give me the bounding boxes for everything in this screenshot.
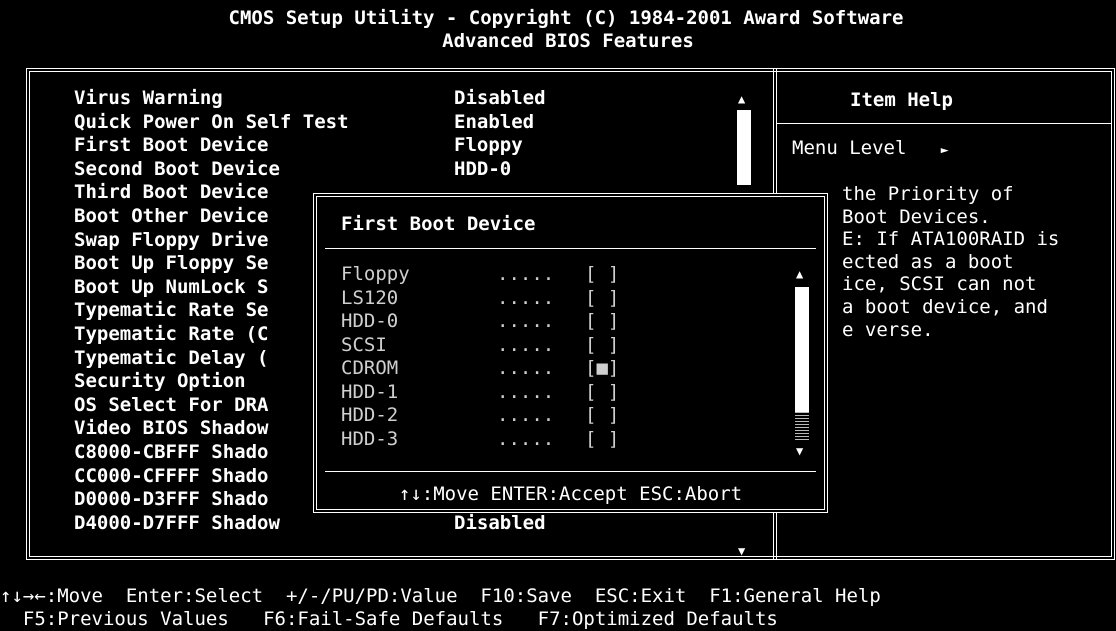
popup-separator-bottom xyxy=(325,471,816,472)
popup-scroll-down-icon[interactable]: ▼ xyxy=(796,445,803,457)
option-name: Floppy xyxy=(341,263,410,285)
header-title: CMOS Setup Utility - Copyright (C) 1984-… xyxy=(228,7,904,29)
option-name: SCSI xyxy=(341,333,387,356)
option-dots: ..... xyxy=(497,286,555,309)
setting-name: C8000-CBFFF Shado xyxy=(74,440,269,463)
setting-row[interactable]: First Boot Device Floppy xyxy=(74,134,734,158)
popup-title: First Boot Device xyxy=(341,213,536,235)
popup-option[interactable]: SCSI..... [ ] xyxy=(341,334,801,358)
popup-scrollbar-track[interactable] xyxy=(795,412,809,440)
popup-separator-top xyxy=(325,248,816,249)
popup-scroll-up-icon[interactable]: ▲ xyxy=(796,268,803,280)
popup-option[interactable]: HDD-0..... [ ] xyxy=(341,310,801,334)
footer-defaults-help: F5:Previous Values F6:Fail-Safe Defaults… xyxy=(0,608,778,630)
setting-name: Boot Other Device xyxy=(74,204,269,227)
menu-level: Menu Level ► xyxy=(792,137,949,163)
menu-level-label: Menu Level xyxy=(792,137,907,159)
setting-name: D4000-D7FFF Shadow xyxy=(74,511,280,534)
setting-name: OS Select For DRA xyxy=(74,393,269,416)
option-name: LS120 xyxy=(341,286,399,309)
setting-name: Boot Up Floppy Se xyxy=(74,252,269,275)
popup-option[interactable]: HDD-1..... [ ] xyxy=(341,381,801,405)
setting-name: Third Boot Device xyxy=(74,181,269,204)
setting-name: Security Option xyxy=(74,370,246,393)
help-separator xyxy=(777,123,1111,124)
setting-row[interactable]: Quick Power On Self Test Enabled xyxy=(74,111,734,135)
setting-name: Video BIOS Shadow xyxy=(74,417,269,440)
setting-row[interactable]: Virus Warning Disabled xyxy=(74,87,734,111)
popup-key-help: ↑↓:Move ENTER:Accept ESC:Abort xyxy=(398,483,743,505)
settings-scrollbar-thumb[interactable] xyxy=(737,110,751,185)
setting-name: First Boot Device xyxy=(74,134,269,157)
setting-value[interactable]: Disabled xyxy=(454,87,546,110)
setting-name: D0000-D3FFF Shado xyxy=(74,488,269,511)
scroll-up-icon[interactable]: ▲ xyxy=(738,93,745,105)
popup-option[interactable]: HDD-3..... [ ] xyxy=(341,428,801,452)
option-checkbox[interactable]: [ ] xyxy=(585,381,619,404)
footer-key-help: ↑↓→←:Move Enter:Select +/-/PU/PD:Value F… xyxy=(0,585,881,607)
popup-option[interactable]: Floppy..... [ ] xyxy=(341,263,801,287)
option-name: HDD-0 xyxy=(341,310,399,332)
setting-name: Boot Up NumLock S xyxy=(74,275,269,298)
setting-name: Swap Floppy Drive xyxy=(74,228,269,251)
option-name: HDD-2 xyxy=(341,404,399,426)
help-text-line: ice, SCSI can not xyxy=(842,273,1037,296)
popup-option[interactable]: HDD-2..... [ ] xyxy=(341,404,801,428)
option-dots: ..... xyxy=(497,380,555,403)
page-title: Advanced BIOS Features xyxy=(442,30,694,52)
help-text-line: the Priority of xyxy=(842,183,1014,205)
setting-name: Quick Power On Self Test xyxy=(74,110,349,133)
help-text-line: e verse. xyxy=(842,318,934,341)
option-name: HDD-1 xyxy=(341,380,399,403)
setting-name: Virus Warning xyxy=(74,87,223,109)
option-dots: ..... xyxy=(497,310,555,332)
popup-option-list: Floppy..... [ ] LS120..... [ ] HDD-0..... [ ]… xyxy=(341,263,801,451)
setting-value[interactable]: Disabled xyxy=(454,512,546,535)
setting-name: CC000-CFFFF Shado xyxy=(74,464,269,487)
help-text-line: ected as a boot xyxy=(842,250,1014,273)
help-text: the Priority of Boot Devices. E: If ATA100… xyxy=(842,183,1059,341)
option-name: HDD-3 xyxy=(341,427,399,450)
option-checkbox[interactable]: [ ] xyxy=(585,287,619,310)
help-text-line: E: If ATA100RAID is xyxy=(842,228,1060,251)
popup-option[interactable]: LS120..... [ ] xyxy=(341,287,801,311)
setting-value[interactable]: Floppy xyxy=(454,134,523,157)
option-checkbox[interactable]: [ ] xyxy=(585,263,619,286)
popup-scrollbar-thumb[interactable] xyxy=(795,287,809,412)
popup-option[interactable]: CDROM..... [■] xyxy=(341,357,801,381)
menu-level-arrow-icon: ► xyxy=(940,143,949,158)
option-checkbox[interactable]: [ ] xyxy=(585,428,619,451)
option-name: CDROM xyxy=(341,357,399,379)
option-checkbox[interactable]: [ ] xyxy=(585,334,619,357)
option-dots: ..... xyxy=(497,427,555,450)
option-checkbox[interactable]: [ ] xyxy=(585,310,619,333)
scroll-down-icon[interactable]: ▼ xyxy=(738,545,745,557)
setting-value[interactable]: HDD-0 xyxy=(454,158,511,181)
option-dots: ..... xyxy=(497,263,555,285)
setting-name: Typematic Rate (C xyxy=(74,322,269,345)
option-dots: ..... xyxy=(497,404,555,426)
first-boot-device-popup: First Boot Device Floppy.....[ ] LS120...… xyxy=(313,193,828,513)
option-dots: ..... xyxy=(497,357,555,379)
setting-name: Second Boot Device xyxy=(74,157,280,180)
help-text-line: a boot device, and xyxy=(842,295,1048,318)
help-text-line: Boot Devices. xyxy=(842,205,991,228)
option-checkbox[interactable]: [ ] xyxy=(585,404,619,427)
setting-row[interactable]: D4000-D7FFF Shadow Disabled xyxy=(74,512,734,536)
setting-name: Typematic Rate Se xyxy=(74,299,269,322)
setting-row[interactable]: Second Boot Device HDD-0 xyxy=(74,158,734,182)
option-checkbox[interactable]: [■] xyxy=(585,357,619,380)
setting-name: Typematic Delay ( xyxy=(74,346,269,369)
help-title: Item Help xyxy=(850,89,953,111)
setting-value[interactable]: Enabled xyxy=(454,111,534,134)
option-dots: ..... xyxy=(497,333,555,356)
